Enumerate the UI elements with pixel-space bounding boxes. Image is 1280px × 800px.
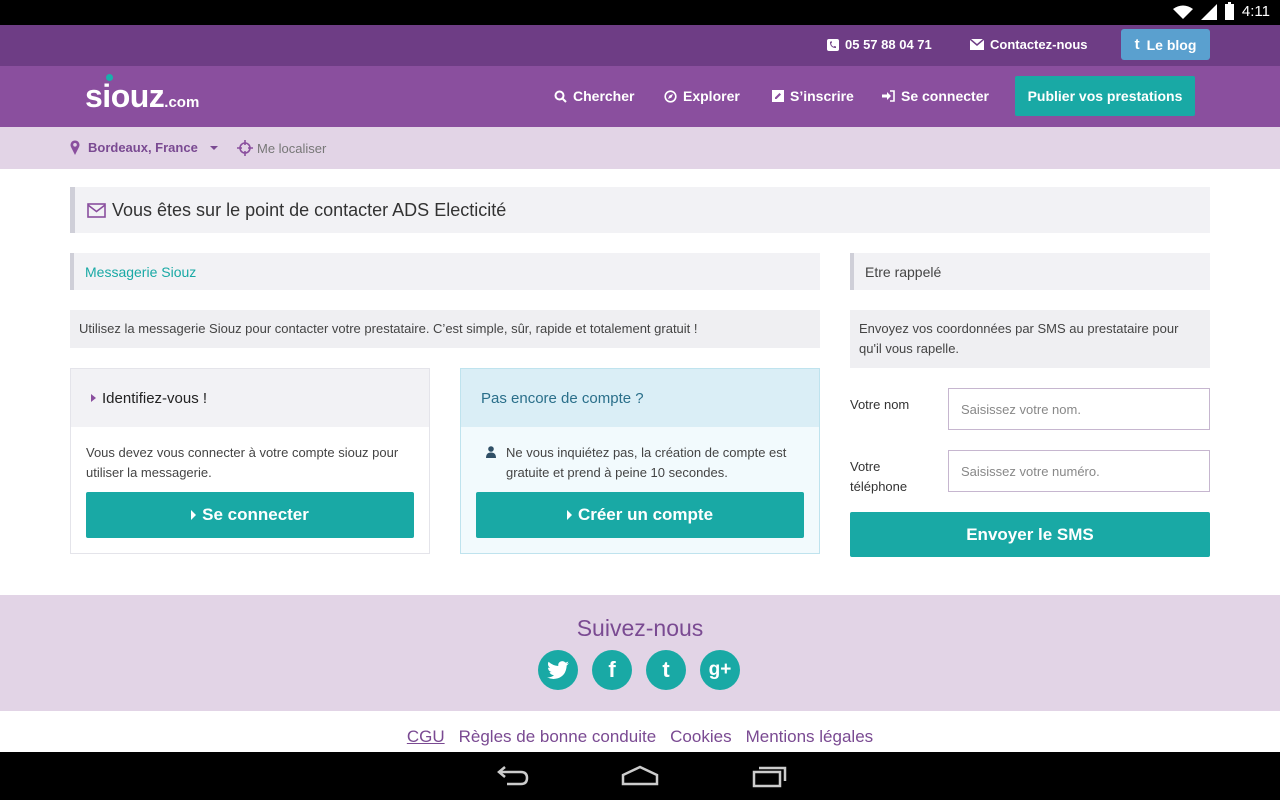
back-icon[interactable] (495, 764, 529, 788)
signup-card-body: Ne vous inquiétez pas, la création de co… (486, 443, 801, 483)
city-label: Bordeaux, France (88, 140, 198, 155)
nav-login[interactable]: Se connecter (882, 88, 989, 104)
location-bar: Bordeaux, France Me localiser (0, 127, 1280, 169)
user-icon (486, 446, 496, 458)
footer-link-cgu[interactable]: CGU (407, 727, 445, 747)
login-button-label: Se connecter (202, 505, 309, 524)
contact-link[interactable]: Contactez-nous (970, 37, 1088, 52)
login-card: Identifiez-vous ! Vous devez vous connec… (70, 368, 430, 554)
main-navbar: siouz.com Chercher Explorer S’inscrire S… (0, 66, 1280, 127)
twitter-icon[interactable] (538, 650, 578, 690)
login-card-header: Identifiez-vous ! (71, 369, 429, 427)
locate-me-link[interactable]: Me localiser (237, 140, 326, 156)
map-marker-icon (70, 140, 80, 155)
compass-icon (664, 89, 677, 103)
signup-card-text: Ne vous inquiétez pas, la création de co… (506, 445, 787, 480)
messaging-section-title: Messagerie Siouz (70, 253, 820, 290)
blog-label: Le blog (1146, 36, 1197, 53)
caret-right-icon (91, 394, 96, 402)
follow-title: Suivez-nous (576, 615, 704, 641)
phone-number: 05 57 88 04 71 (845, 37, 932, 52)
nav-search[interactable]: Chercher (554, 88, 634, 104)
facebook-icon[interactable]: f (592, 650, 632, 690)
phone-link[interactable]: 05 57 88 04 71 (827, 37, 932, 52)
phone-input[interactable] (948, 450, 1210, 492)
status-time: 4:11 (1241, 3, 1270, 20)
android-status-bar: 4:11 (0, 0, 1280, 25)
android-navigation-bar (0, 752, 1280, 800)
footer-link-legal[interactable]: Mentions légales (746, 727, 874, 747)
city-selector[interactable]: Bordeaux, France (70, 140, 218, 155)
tumblr-icon[interactable]: t (646, 650, 686, 690)
logo-dot (106, 74, 113, 81)
name-input[interactable] (948, 388, 1210, 430)
nav-signup-label: S’inscrire (790, 88, 854, 104)
footer-links: CGU Règles de bonne conduite Cookies Men… (0, 727, 1280, 747)
contact-label: Contactez-nous (990, 37, 1088, 52)
blog-button[interactable]: t Le blog (1121, 29, 1210, 60)
login-button[interactable]: Se connecter (86, 492, 414, 538)
edit-icon (772, 90, 784, 102)
login-card-title: Identifiez-vous ! (102, 389, 208, 407)
create-account-button[interactable]: Créer un compte (476, 492, 804, 538)
nav-explore-label: Explorer (683, 88, 740, 104)
footer-link-cookies[interactable]: Cookies (670, 727, 731, 747)
locate-me-label: Me localiser (257, 140, 327, 156)
page-title-text: Vous êtes sur le point de contacter ADS … (112, 199, 507, 220)
wifi-icon (1172, 5, 1193, 19)
logo-text: siouz (85, 78, 165, 114)
home-icon[interactable] (621, 764, 659, 788)
signal-icon (1200, 3, 1217, 20)
nav-login-label: Se connecter (901, 88, 989, 104)
signup-card-title: Pas encore de compte ? (481, 389, 644, 407)
signup-card: Pas encore de compte ? Ne vous inquiétez… (460, 368, 820, 554)
sign-in-icon (882, 90, 895, 102)
recent-apps-icon[interactable] (752, 764, 788, 788)
google-plus-icon[interactable]: g+ (700, 650, 740, 690)
search-icon (554, 90, 567, 103)
page-title: Vous êtes sur le point de contacter ADS … (70, 187, 1210, 233)
follow-section: Suivez-nous f t g+ (0, 595, 1280, 711)
tumblr-icon: t (1134, 36, 1140, 53)
publish-button[interactable]: Publier vos prestations (1015, 76, 1195, 116)
create-account-label: Créer un compte (577, 505, 714, 524)
nav-explore[interactable]: Explorer (664, 88, 740, 104)
nav-signup[interactable]: S’inscrire (772, 88, 854, 104)
envelope-icon (970, 39, 984, 50)
phone-label: Votre téléphone (850, 459, 908, 494)
send-sms-button[interactable]: Envoyer le SMS (850, 512, 1210, 557)
callback-section-title: Etre rappelé (850, 253, 1210, 290)
footer-link-rules[interactable]: Règles de bonne conduite (459, 727, 657, 747)
name-label: Votre nom (850, 397, 910, 412)
login-card-text: Vous devez vous connecter à votre compte… (86, 445, 399, 480)
caret-right-icon (566, 510, 572, 520)
logo-suffix: .com (164, 94, 200, 111)
callback-info: Envoyez vos coordonnées par SMS au prest… (850, 310, 1210, 368)
social-links: f t g+ (538, 650, 740, 690)
caret-right-icon (191, 510, 197, 520)
chevron-down-icon (209, 145, 218, 150)
messaging-info: Utilisez la messagerie Siouz pour contac… (70, 310, 820, 348)
top-bar: 05 57 88 04 71 Contactez-nous t Le blog (0, 25, 1280, 66)
signup-card-header: Pas encore de compte ? (461, 369, 819, 427)
nav-search-label: Chercher (573, 88, 635, 104)
crosshairs-icon (237, 140, 253, 156)
battery-icon (1224, 1, 1234, 20)
site-logo[interactable]: siouz.com (85, 74, 200, 115)
twitter-bird-icon (547, 661, 569, 679)
envelope-outline-icon (87, 202, 106, 218)
phone-icon (827, 38, 839, 51)
